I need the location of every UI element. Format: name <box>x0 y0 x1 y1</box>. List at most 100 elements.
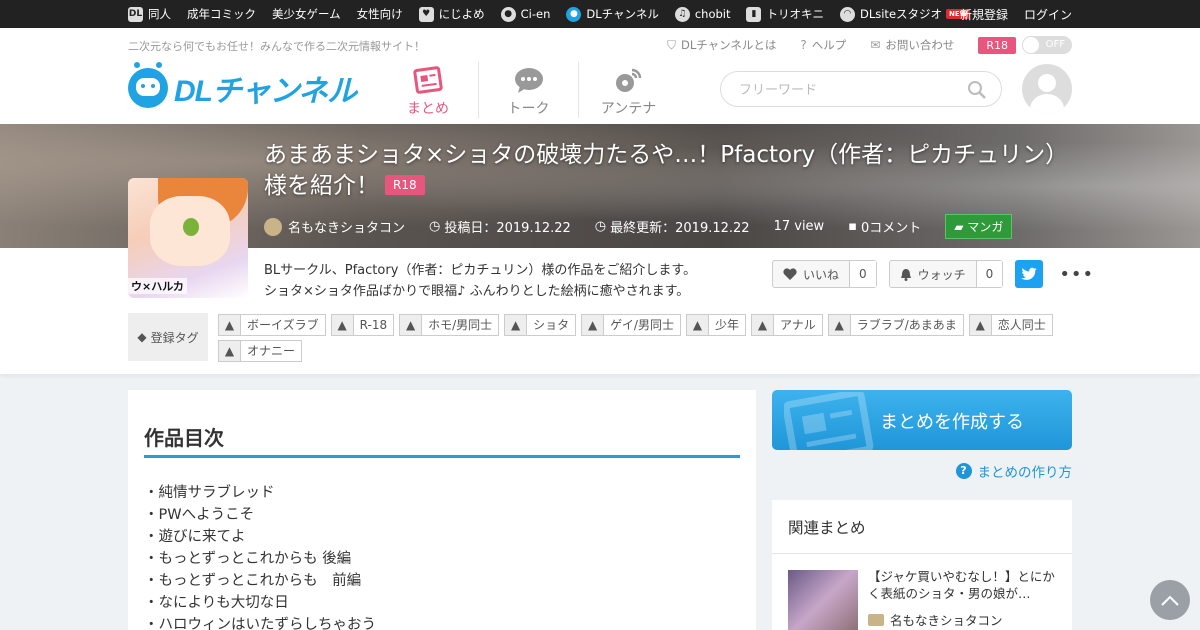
related-author[interactable]: 名もなきショタコン <box>868 610 1003 629</box>
author-avatar <box>264 217 282 236</box>
author-avatar <box>868 613 884 626</box>
tag-item[interactable]: ▲ 少年 <box>685 314 746 336</box>
related-thumbnail[interactable] <box>788 570 858 630</box>
bell-icon[interactable]: ▲ <box>686 315 709 335</box>
article-thumbnail: ウ×ハルカ <box>128 178 248 298</box>
tag-item[interactable]: ▲ オナニー <box>218 340 303 362</box>
bell-icon[interactable]: ▲ <box>751 315 774 335</box>
topnav-item-comic[interactable]: 成年コミック <box>187 6 256 22</box>
topnav-item-game[interactable]: 美少女ゲーム <box>272 6 341 22</box>
article-title: あまあまショタ×ショタの破壊力たるや…！Pfactory（作者：ピカチュリン）様… <box>264 142 1057 199</box>
list-item: ・PWへようこそ <box>144 507 255 523</box>
bell-icon[interactable]: ▲ <box>582 315 605 335</box>
r18-toggle[interactable]: OFF <box>1022 36 1072 54</box>
list-item: ・ハロウィンはいたずらしちゃおう <box>144 617 376 630</box>
newspaper-icon <box>784 392 874 450</box>
tag-item[interactable]: ▲ ゲイ/男同士 <box>581 314 681 336</box>
question-icon: ? <box>800 38 807 52</box>
bell-icon <box>900 268 911 281</box>
thumbnail-caption: ウ×ハルカ <box>128 278 187 294</box>
tag-item[interactable]: ▲ ホモ/男同士 <box>399 314 500 336</box>
chevron-up-icon <box>1161 595 1179 606</box>
work-list: ・純情サラブレッド ・PWへようこそ ・遊びに来てよ ・もっとずっとこれからも … <box>144 482 376 630</box>
article-description: BLサークル、Pfactory（作者：ピカチュリン）様の作品をご紹介します。 シ… <box>264 263 697 299</box>
article-title-block: あまあまショタ×ショタの破壊力たるや…！Pfactory（作者：ピカチュリン）様… <box>264 140 1064 202</box>
newspaper-icon <box>413 66 443 94</box>
section-heading: 作品目次 <box>144 426 224 450</box>
related-matome-panel: 関連まとめ 【ジャケ買いやむなし！】とにかく表紙のショタ・男の娘が… 名もなきシ… <box>772 500 1072 630</box>
top-navigation-bar: DL 同人 成年コミック 美少女ゲーム 女性向け ♥ にじよめ ● Ci-en ● DL… <box>0 0 1200 28</box>
folder-icon: ▰ <box>954 220 968 234</box>
user-avatar[interactable] <box>1022 64 1072 114</box>
comment-icon: ▪ <box>848 219 858 234</box>
view-count: 17 view <box>773 219 825 234</box>
login-link[interactable]: ログイン <box>1024 6 1072 23</box>
tag-list: ▲ ボーイズラブ ▲ R-18 ▲ ホモ/男同士 ▲ ショタ ▲ ゲイ/男同士 ▲ 少年 ▲… <box>218 314 1058 366</box>
scroll-to-top-button[interactable] <box>1150 580 1190 620</box>
logo-mascot-icon <box>128 62 168 108</box>
list-item: ・遊びに来てよ <box>144 529 246 545</box>
topnav-item-nijiyome[interactable]: ♥ にじよめ <box>418 6 485 22</box>
bell-icon[interactable]: ▲ <box>400 315 423 335</box>
author-link[interactable]: 名もなきショタコン <box>264 217 405 236</box>
bell-icon[interactable]: ▲ <box>219 315 241 335</box>
related-title[interactable]: 【ジャケ買いやむなし！】とにかく表紙のショタ・男の娘が… <box>868 568 1058 602</box>
topnav-item-doujin[interactable]: DL 同人 <box>128 6 171 22</box>
posted-date: ◷ 投稿日：2019.12.22 <box>429 219 571 236</box>
watch-button[interactable]: ウォッチ 0 <box>888 260 1004 288</box>
tag-icon: ◆ <box>137 330 147 344</box>
tab-talk[interactable]: トーク <box>478 62 578 118</box>
twitter-share-button[interactable] <box>1015 260 1044 288</box>
bell-icon[interactable]: ▲ <box>331 315 354 335</box>
like-count: 0 <box>850 261 876 287</box>
speech-bubble-icon <box>514 68 543 93</box>
article-meta: 名もなきショタコン ◷ 投稿日：2019.12.22 ◷ 最終更新：2019.12.… <box>264 214 1013 239</box>
bell-icon[interactable]: ▲ <box>828 315 851 335</box>
tab-antenna[interactable]: アンテナ <box>578 62 678 118</box>
topnav-item-triokini[interactable]: ▮ トリオキニ <box>746 6 824 22</box>
tag-item[interactable]: ▲ 恋人同士 <box>968 314 1053 336</box>
updated-date: ◷ 最終更新：2019.12.22 <box>594 219 750 236</box>
topnav-item-dlchannel[interactable]: ● DLチャンネル <box>566 6 659 22</box>
chobit-icon: ♫ <box>674 6 690 22</box>
cien-icon: ● <box>500 6 516 22</box>
mail-icon: ✉ <box>870 38 881 52</box>
about-link[interactable]: ⛉ DLチャンネルとは <box>667 37 776 53</box>
tab-matome[interactable]: まとめ <box>378 62 478 118</box>
tag-heading: ◆ 登録タグ <box>128 313 208 361</box>
main-tabs: まとめ トーク アンテナ <box>378 62 678 118</box>
bell-icon[interactable]: ▲ <box>505 315 528 335</box>
create-matome-button[interactable]: まとめを作成する <box>772 390 1072 450</box>
r18-badge: R18 <box>385 175 425 195</box>
triokini-icon: ▮ <box>746 6 762 22</box>
bell-icon[interactable]: ▲ <box>219 341 241 361</box>
tag-item[interactable]: ▲ ボーイズラブ <box>218 314 326 336</box>
more-options-icon[interactable]: ••• <box>1059 264 1094 285</box>
register-link[interactable]: 新規登録 <box>960 6 1008 23</box>
tag-item[interactable]: ▲ アナル <box>750 314 823 336</box>
topnav-item-chobit[interactable]: ♫ chobit <box>674 6 730 22</box>
contact-link[interactable]: ✉ お問い合わせ <box>870 37 954 53</box>
clock-icon: ◷ <box>594 219 607 234</box>
like-button[interactable]: いいね 0 <box>772 260 877 288</box>
dlchannel-icon: ● <box>566 6 582 22</box>
bell-icon[interactable]: ▲ <box>969 315 992 335</box>
topnav-item-female[interactable]: 女性向け <box>357 6 403 22</box>
howto-link[interactable]: ? まとめの作り方 <box>955 461 1072 481</box>
topnav-item-cien[interactable]: ● Ci-en <box>500 6 550 22</box>
article-content: 作品目次 ・純情サラブレッド ・PWへようこそ ・遊びに来てよ ・もっとずっとこ… <box>128 390 756 630</box>
category-badge[interactable]: ▰ マンガ <box>945 214 1013 239</box>
search-icon[interactable] <box>967 80 987 100</box>
clock-icon: ◷ <box>429 219 441 234</box>
header-links: ⛉ DLチャンネルとは ? ヘルプ ✉ お問い合わせ R18 OFF <box>643 36 1072 54</box>
tag-item[interactable]: ▲ ラブラブ/あまあま <box>827 314 964 336</box>
help-link[interactable]: ? ヘルプ <box>800 37 846 53</box>
tag-item[interactable]: ▲ ショタ <box>504 314 577 336</box>
site-logo[interactable]: DLチャンネル <box>128 62 357 110</box>
comment-count[interactable]: ▪ 0コメント <box>848 217 921 236</box>
list-item: ・もっとずっとこれからも 前編 <box>144 573 362 589</box>
tag-item[interactable]: ▲ R-18 <box>330 314 395 336</box>
search-input[interactable] <box>739 80 959 100</box>
dlsite-studio-icon: ◠ <box>839 6 855 22</box>
antenna-icon <box>615 68 641 92</box>
